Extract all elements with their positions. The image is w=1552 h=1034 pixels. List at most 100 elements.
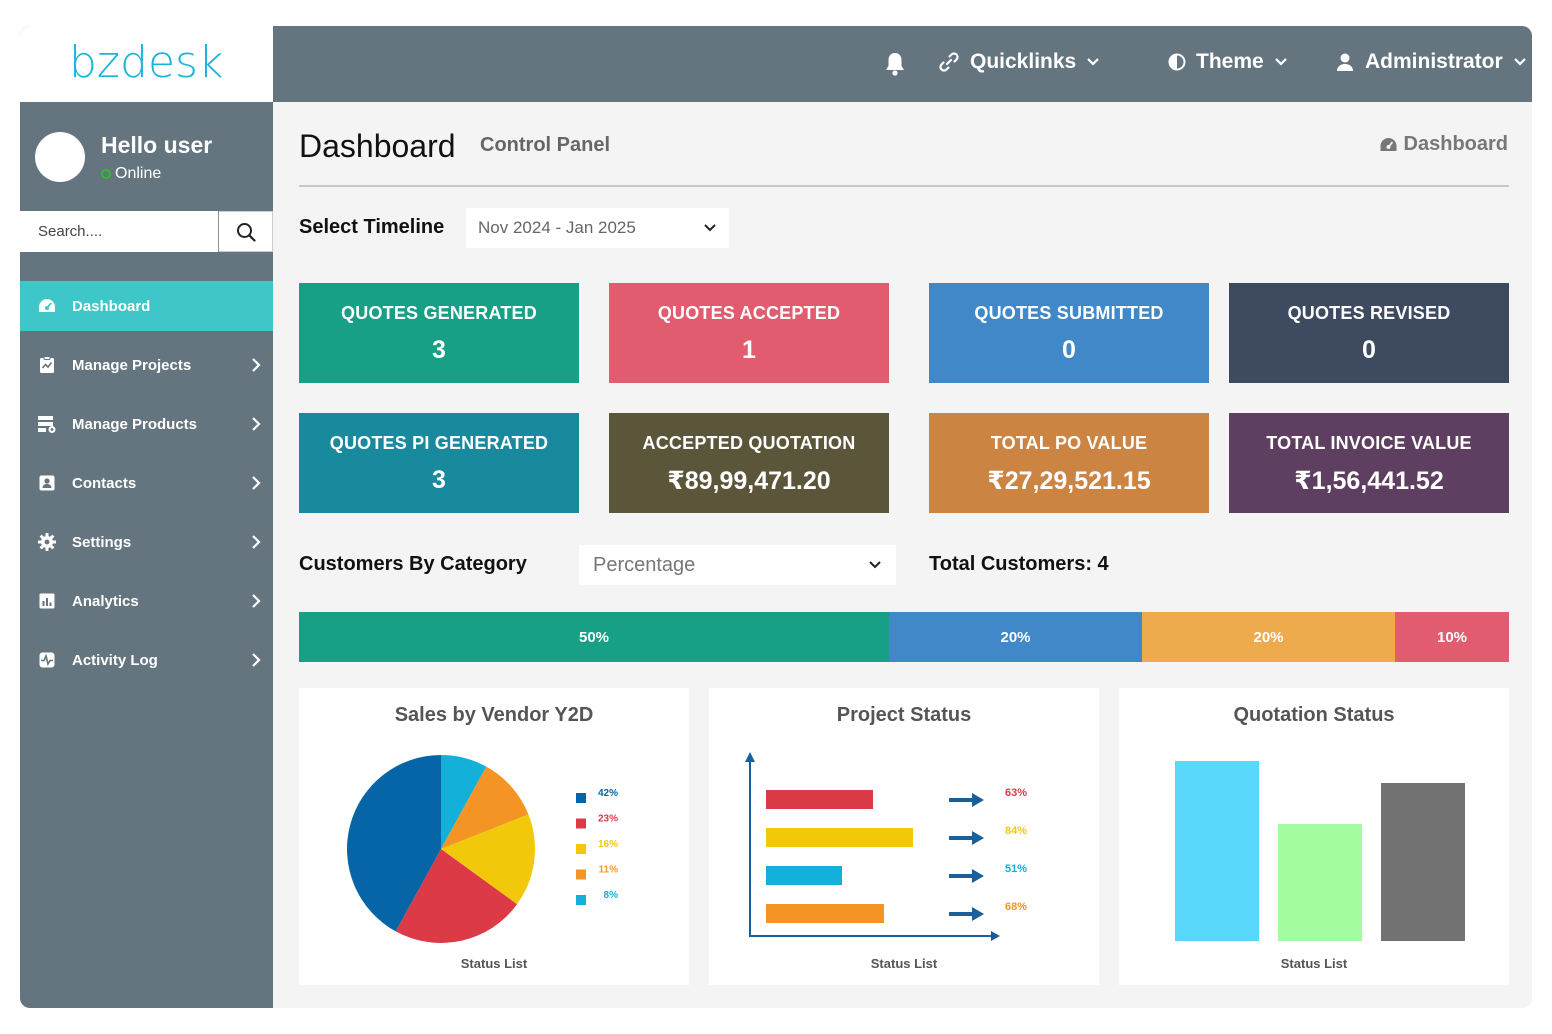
stat-card-label: TOTAL PO VALUE xyxy=(990,433,1148,453)
sidebar-item-label: Dashboard xyxy=(72,297,151,315)
chart-xlabel: Status List xyxy=(460,956,528,971)
sidebar-item-label: Activity Log xyxy=(72,651,158,669)
breadcrumb[interactable]: Dashboard xyxy=(1379,133,1508,156)
page-title: Dashboard xyxy=(299,128,456,164)
chart-xlabel: Status List xyxy=(870,956,938,971)
stat-card-value: 3 xyxy=(432,336,446,364)
sidebar-item-label: Contacts xyxy=(72,474,137,492)
stat-card-value: ₹1,56,441.52 xyxy=(1294,467,1444,495)
arrow-head xyxy=(972,907,984,921)
search-button[interactable] xyxy=(219,211,273,252)
x-axis-arrow xyxy=(991,931,1000,941)
search-input[interactable] xyxy=(20,211,219,252)
search-icon xyxy=(236,222,256,242)
sidebar-search xyxy=(20,211,273,252)
category-segment[interactable]: 20% xyxy=(1142,612,1395,662)
timeline-select[interactable]: Nov 2024 - Jan 2025 xyxy=(466,208,729,248)
project-bar[interactable] xyxy=(766,904,884,923)
dashboard-icon xyxy=(37,296,57,316)
sidebar-item-label: Manage Products xyxy=(72,415,198,433)
stat-card-quotes-generated[interactable]: QUOTES GENERATED 3 xyxy=(299,283,579,383)
percentage-value: Percentage xyxy=(593,553,696,576)
chevron-right-icon xyxy=(252,476,261,490)
sidebar-item-label: Analytics xyxy=(72,592,139,610)
chart-xlabel: Status List xyxy=(1280,956,1348,971)
contacts-icon xyxy=(37,473,57,493)
user-menu-label: Administrator xyxy=(1365,50,1503,73)
sidebar-item-manage-projects[interactable]: Manage Projects xyxy=(20,340,273,390)
online-dot-icon xyxy=(101,169,111,179)
main-content: Dashboard Control Panel Dashboard Select… xyxy=(273,102,1532,1008)
user-status: Online xyxy=(101,165,161,183)
category-segment[interactable]: 10% xyxy=(1395,612,1509,662)
logo[interactable]: bzdesk xyxy=(20,26,273,102)
sidebar-item-settings[interactable]: Settings xyxy=(20,517,273,567)
legend-swatch xyxy=(576,895,586,905)
category-segment[interactable]: 20% xyxy=(889,612,1142,662)
project-bar[interactable] xyxy=(766,866,842,885)
quotation-status-panel: Quotation Status Status List xyxy=(1119,688,1509,985)
y-axis-arrow xyxy=(745,752,755,762)
project-status-chart: 63% 84% 51% 68% xyxy=(745,752,1027,941)
quicklinks-label: Quicklinks xyxy=(970,50,1077,73)
stat-card-label: ACCEPTED QUOTATION xyxy=(642,433,856,453)
legend-swatch xyxy=(576,818,586,829)
stat-card-value: 3 xyxy=(432,466,446,494)
stat-card-value: 0 xyxy=(1362,336,1376,364)
stat-card-total-invoice-value[interactable]: TOTAL INVOICE VALUE ₹1,56,441.52 xyxy=(1229,413,1509,513)
theme-menu[interactable]: Theme xyxy=(1168,50,1288,74)
stat-card-accepted-quotation[interactable]: ACCEPTED QUOTATION ₹89,99,471.20 xyxy=(609,413,889,513)
legend-swatch xyxy=(576,793,586,803)
bar-label: 51% xyxy=(1005,863,1027,875)
sidebar-item-dashboard[interactable]: Dashboard xyxy=(20,281,273,331)
stat-card-value: ₹27,29,521.15 xyxy=(987,467,1151,495)
stat-card-quotes-accepted[interactable]: QUOTES ACCEPTED 1 xyxy=(609,283,889,383)
legend-label: 42% xyxy=(598,788,618,799)
stat-card-total-po-value[interactable]: TOTAL PO VALUE ₹27,29,521.15 xyxy=(929,413,1209,513)
logo-text: bzdesk xyxy=(69,39,223,88)
user-menu[interactable]: Administrator xyxy=(1335,50,1527,74)
stat-card-quotes-revised[interactable]: QUOTES REVISED 0 xyxy=(1229,283,1509,383)
stat-card-label: TOTAL INVOICE VALUE xyxy=(1266,433,1472,453)
breadcrumb-label: Dashboard xyxy=(1403,133,1508,155)
stat-card-quotes-pi-generated[interactable]: QUOTES PI GENERATED 3 xyxy=(299,413,579,513)
quotation-bar[interactable] xyxy=(1278,824,1362,941)
percentage-select[interactable]: Percentage xyxy=(579,545,896,585)
arrow-head xyxy=(972,793,984,807)
legend-label: 11% xyxy=(599,865,619,876)
topbar: Quicklinks Theme Administrator xyxy=(273,26,1532,102)
notifications-button[interactable] xyxy=(883,51,907,82)
quotation-status-chart xyxy=(1175,761,1465,941)
project-bar[interactable] xyxy=(766,790,873,809)
legend-swatch xyxy=(576,869,586,880)
quicklinks-menu[interactable]: Quicklinks xyxy=(938,50,1100,74)
project-bar[interactable] xyxy=(766,828,913,847)
user-icon xyxy=(1337,53,1353,71)
chevron-down-icon xyxy=(1087,58,1099,66)
quotation-bar[interactable] xyxy=(1175,761,1259,941)
chevron-down-icon xyxy=(1513,58,1526,66)
customer-category-bar: 50% 20% 20% 10% xyxy=(299,612,1509,662)
user-panel: Hello user Online xyxy=(20,102,273,211)
bar-label: 68% xyxy=(1005,901,1027,913)
legend-label: 16% xyxy=(598,839,618,850)
avatar xyxy=(35,132,85,182)
gear-icon xyxy=(37,532,57,552)
chevron-down-icon xyxy=(1274,58,1287,66)
sidebar-nav: Dashboard Manage Projects Manage Product… xyxy=(20,281,273,694)
category-segment[interactable]: 50% xyxy=(299,612,889,662)
theme-label: Theme xyxy=(1196,50,1264,73)
quotation-bar[interactable] xyxy=(1381,783,1465,941)
timeline-value: Nov 2024 - Jan 2025 xyxy=(478,218,636,237)
sidebar-item-manage-products[interactable]: Manage Products xyxy=(20,399,273,449)
stat-card-quotes-submitted[interactable]: QUOTES SUBMITTED 0 xyxy=(929,283,1209,383)
user-status-label: Online xyxy=(115,165,162,182)
legend-swatch xyxy=(576,844,586,854)
chevron-down-icon xyxy=(869,561,881,569)
chevron-right-icon xyxy=(252,358,261,372)
stat-card-label: QUOTES ACCEPTED xyxy=(657,303,841,323)
sales-by-vendor-panel: Sales by Vendor Y2D 42% 23% 16% 11% 8% Statu… xyxy=(299,688,689,985)
sidebar-item-activity-log[interactable]: Activity Log xyxy=(20,635,273,685)
sidebar-item-analytics[interactable]: Analytics xyxy=(20,576,273,626)
sidebar-item-contacts[interactable]: Contacts xyxy=(20,458,273,508)
